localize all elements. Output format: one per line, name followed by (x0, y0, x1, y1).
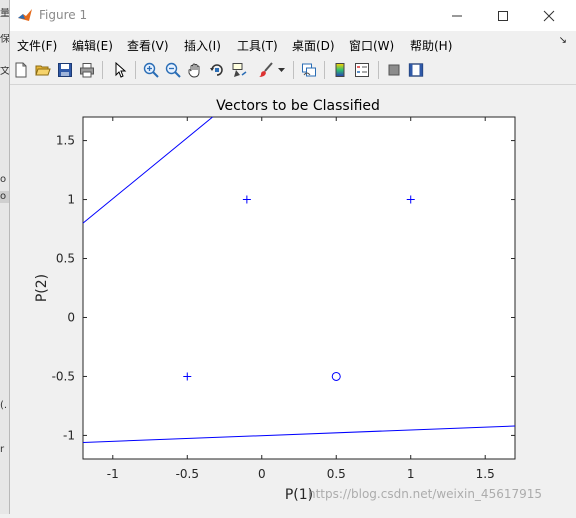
plot-canvas[interactable]: Vectors to be Classified -1 -0.5 0 0.5 1 1.5 -… (10, 85, 576, 514)
background-text: o (0, 174, 7, 185)
hide-plot-tools-icon (388, 64, 400, 76)
colorbar-button[interactable] (330, 60, 350, 80)
pointer-button[interactable] (110, 60, 130, 80)
link-plot-button[interactable] (299, 60, 319, 80)
x-tick-label: -0.5 (176, 467, 199, 481)
minimize-button[interactable] (434, 0, 480, 31)
y-tick-label: 1.5 (56, 134, 75, 148)
watermark-text: https://blog.csdn.net/weixin_45617915 (308, 487, 543, 501)
window-title: Figure 1 (39, 8, 88, 22)
toolbar-separator (102, 61, 103, 79)
save-button[interactable] (55, 60, 75, 80)
data-cursor-button[interactable] (229, 60, 249, 80)
background-text: 量 (0, 8, 9, 19)
rotate-3d-button[interactable] (207, 60, 227, 80)
chevron-down-icon (277, 67, 285, 72)
zoom-out-button[interactable] (163, 60, 183, 80)
figure-toolbar (10, 56, 576, 85)
x-tick-label: 0.5 (327, 467, 346, 481)
menu-help[interactable]: 帮助(H) (410, 37, 452, 54)
legend-icon (355, 63, 369, 77)
close-button[interactable] (526, 0, 572, 31)
background-app-strip: 量 保 文 o o (. r (0, 0, 9, 514)
rotate-3d-icon (210, 64, 223, 76)
matlab-logo-icon (17, 7, 33, 23)
menu-desktop[interactable]: 桌面(D) (292, 37, 335, 54)
minimize-icon (452, 15, 462, 16)
save-icon (58, 63, 72, 77)
background-text: 保 (0, 34, 9, 45)
pan-button[interactable] (185, 60, 205, 80)
menu-bar: 文件(F) 编辑(E) 查看(V) 插入(I) 工具(T) 桌面(D) 窗口(W… (10, 31, 576, 56)
new-figure-button[interactable] (11, 60, 31, 80)
background-text: o (0, 191, 9, 203)
y-tick-label: -0.5 (52, 369, 75, 383)
menu-file[interactable]: 文件(F) (17, 37, 57, 54)
link-plot-icon (302, 63, 316, 77)
background-text: (. (0, 400, 8, 411)
menu-window[interactable]: 窗口(W) (349, 37, 394, 54)
close-icon (543, 10, 555, 21)
brush-button[interactable] (256, 60, 276, 80)
chart-title: Vectors to be Classified (216, 98, 380, 114)
data-cursor-icon (232, 63, 247, 77)
menu-view[interactable]: 查看(V) (127, 37, 169, 54)
menu-tools[interactable]: 工具(T) (237, 37, 278, 54)
figure-canvas: Vectors to be Classified -1 -0.5 0 0.5 1 1.5 -… (10, 85, 576, 514)
zoom-in-icon (143, 62, 159, 78)
x-tick-label: 1.5 (476, 467, 495, 481)
menu-insert[interactable]: 插入(I) (184, 37, 221, 54)
toolbar-separator (293, 61, 294, 79)
hide-plot-tools-button[interactable] (384, 60, 404, 80)
pan-icon (188, 63, 200, 78)
print-icon (80, 63, 94, 78)
zoom-out-icon (165, 62, 181, 78)
open-file-button[interactable] (33, 60, 53, 80)
background-text: 文 (0, 66, 9, 77)
maximize-button[interactable] (480, 0, 526, 31)
dock-figure-icon[interactable]: ↘ (559, 35, 567, 46)
brush-icon (259, 62, 273, 77)
open-file-icon (35, 65, 51, 76)
zoom-in-button[interactable] (141, 60, 161, 80)
toolbar-separator (324, 61, 325, 79)
print-button[interactable] (77, 60, 97, 80)
figure-window: Figure 1 文件(F) 编辑(E) 查看(V) 插入(I) 工具(T) 桌… (9, 0, 576, 514)
y-axis-label: P(2) (34, 274, 50, 302)
colorbar-icon (335, 63, 345, 77)
background-text: r (0, 444, 5, 455)
toolbar-separator (135, 61, 136, 79)
maximize-icon (498, 10, 508, 21)
y-tick-label: 1 (67, 193, 75, 207)
toolbar-separator (378, 61, 379, 79)
x-tick-label: -1 (107, 467, 119, 481)
menu-edit[interactable]: 编辑(E) (72, 37, 113, 54)
show-plot-tools-button[interactable] (406, 60, 426, 80)
x-tick-label: 1 (407, 467, 415, 481)
legend-button[interactable] (352, 60, 372, 80)
brush-dropdown[interactable] (276, 60, 286, 80)
title-bar[interactable]: Figure 1 (10, 0, 576, 31)
y-tick-label: -1 (63, 428, 75, 442)
y-tick-label: 0.5 (56, 252, 75, 266)
y-tick-label: 0 (67, 310, 75, 324)
new-figure-icon (15, 62, 27, 78)
pointer-icon (115, 62, 127, 78)
show-plot-tools-icon (408, 63, 424, 77)
x-tick-label: 0 (258, 467, 266, 481)
axes-box[interactable] (82, 116, 516, 460)
